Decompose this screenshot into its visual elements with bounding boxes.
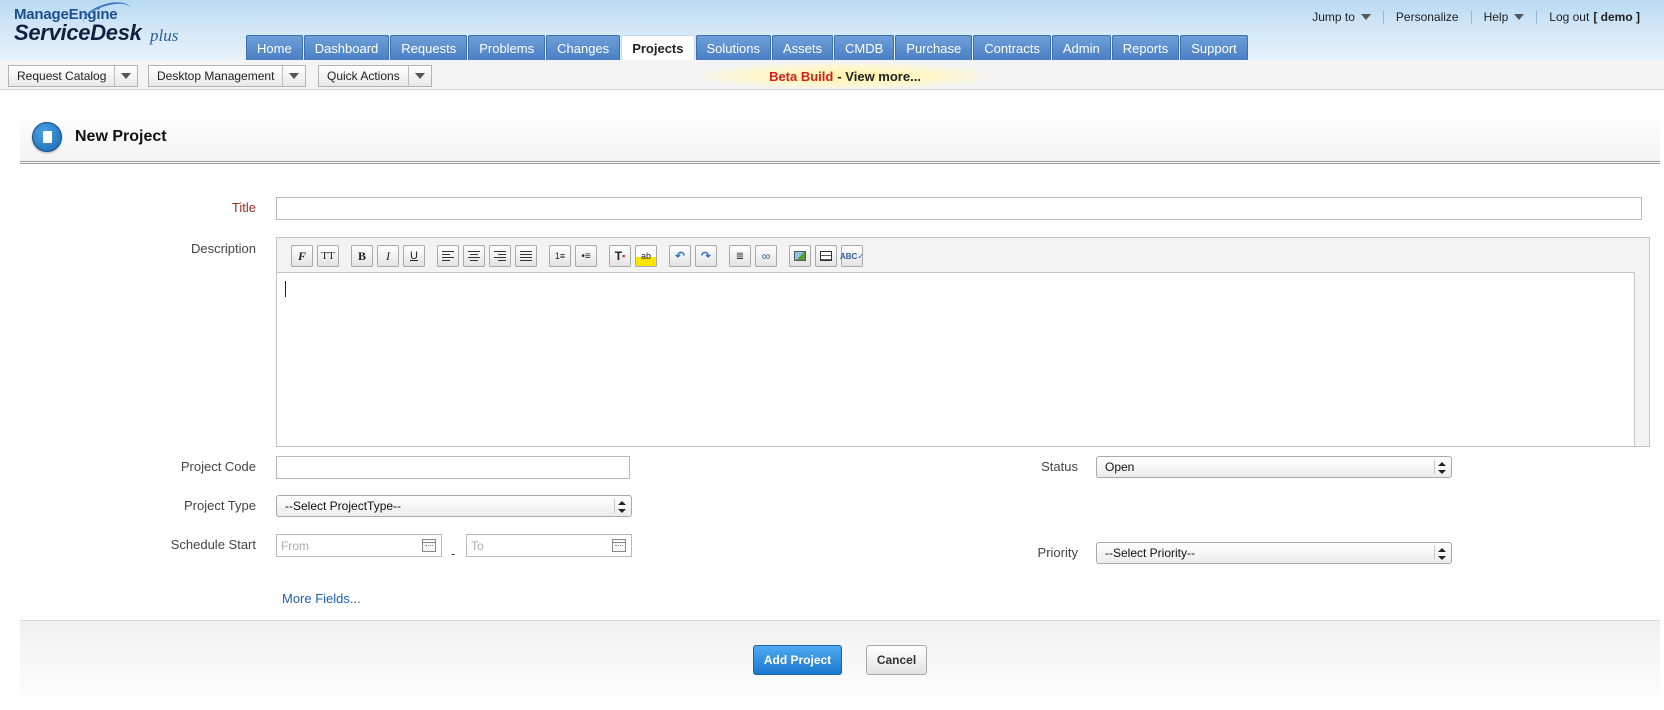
top-links: Jump to Personalize Help Log out [ demo …: [1300, 10, 1652, 24]
quick-actions-dropdown[interactable]: Quick Actions: [318, 65, 432, 87]
status-select[interactable]: Open: [1096, 456, 1452, 478]
tab-cmdb[interactable]: CMDB: [834, 35, 895, 60]
page-title-bar: New Project: [20, 112, 1660, 164]
request-catalog-label: Request Catalog: [9, 66, 116, 86]
page-title: New Project: [75, 128, 167, 145]
beta-build-banner[interactable]: Beta Build - View more...: [700, 63, 990, 89]
servicedesk-logo[interactable]: ManageEngine ServiceDesk plus: [14, 0, 178, 46]
beta-build-label: Beta Build: [769, 68, 834, 84]
priority-label: Priority: [1037, 545, 1078, 560]
project-type-select[interactable]: --Select ProjectType--: [276, 495, 632, 517]
ordered-list-icon[interactable]: 1≡: [549, 245, 571, 267]
chevron-down-icon: [1514, 14, 1525, 20]
align-justify-icon[interactable]: [515, 245, 537, 267]
priority-selected-value: --Select Priority--: [1105, 546, 1196, 560]
divider: [1434, 546, 1435, 560]
tab-home[interactable]: Home: [246, 35, 303, 60]
updown-arrows-icon: [618, 501, 626, 513]
undo-icon[interactable]: ↶: [669, 245, 691, 267]
bold-icon[interactable]: B: [351, 245, 373, 267]
help-menu[interactable]: Help: [1472, 10, 1537, 24]
project-type-selected-value: --Select ProjectType--: [285, 499, 402, 513]
project-type-label: Project Type: [183, 498, 256, 513]
main-nav-tabs: Home Dashboard Requests Problems Changes…: [246, 35, 1249, 60]
tab-admin[interactable]: Admin: [1051, 35, 1111, 60]
chevron-down-icon: [409, 73, 431, 79]
tab-support[interactable]: Support: [1180, 35, 1248, 60]
description-textarea[interactable]: [277, 272, 1635, 446]
jump-to-label: Jump to: [1312, 10, 1355, 24]
tab-reports[interactable]: Reports: [1111, 35, 1180, 60]
description-editor: F TT B I U 1≡ •≡ T ▪ ab ↶ ↷ ≣ ∞ ABC✓: [276, 237, 1650, 447]
tab-contracts[interactable]: Contracts: [973, 35, 1051, 60]
cancel-button[interactable]: Cancel: [866, 645, 927, 675]
add-project-button[interactable]: Add Project: [753, 645, 842, 675]
tab-solutions[interactable]: Solutions: [695, 35, 771, 60]
divider: [614, 499, 615, 513]
logout-link[interactable]: Log out [ demo ]: [1537, 10, 1652, 24]
redo-icon[interactable]: ↷: [695, 245, 717, 267]
status-selected-value: Open: [1105, 460, 1135, 474]
horizontal-rule-icon[interactable]: ≣: [729, 245, 751, 267]
quick-actions-label: Quick Actions: [319, 66, 409, 86]
project-code-input[interactable]: [276, 456, 630, 479]
help-label: Help: [1483, 10, 1509, 24]
calendar-icon[interactable]: [612, 539, 626, 552]
current-user: [ demo ]: [1593, 10, 1640, 24]
jump-to-menu[interactable]: Jump to: [1300, 10, 1383, 24]
italic-icon[interactable]: I: [377, 245, 399, 267]
chevron-down-icon: [283, 73, 305, 79]
project-document-icon: [32, 122, 62, 152]
underline-icon[interactable]: U: [403, 245, 425, 267]
spell-check-icon[interactable]: ABC✓: [840, 245, 864, 267]
text-color-icon[interactable]: T ▪: [609, 245, 631, 267]
beta-view-more-link[interactable]: - View more...: [837, 69, 921, 84]
chevron-down-icon: [115, 73, 137, 79]
tab-assets[interactable]: Assets: [771, 35, 833, 60]
tab-dashboard[interactable]: Dashboard: [303, 35, 390, 60]
personalize-link[interactable]: Personalize: [1384, 10, 1471, 24]
calendar-icon[interactable]: [422, 539, 436, 552]
updown-arrows-icon: [1438, 548, 1446, 560]
font-family-icon[interactable]: F: [291, 245, 313, 267]
description-label: Description: [190, 241, 256, 256]
schedule-start-label: Schedule Start: [170, 537, 256, 552]
updown-arrows-icon: [1438, 462, 1446, 474]
editor-toolbar: F TT B I U 1≡ •≡ T ▪ ab ↶ ↷ ≣ ∞ ABC✓: [291, 244, 867, 268]
font-size-icon[interactable]: TT: [317, 245, 339, 267]
tab-requests[interactable]: Requests: [390, 35, 468, 60]
schedule-to-input[interactable]: To: [466, 534, 632, 557]
insert-link-icon[interactable]: ∞: [755, 245, 777, 267]
desktop-management-dropdown[interactable]: Desktop Management: [148, 65, 307, 87]
align-left-icon[interactable]: [437, 245, 459, 267]
priority-select[interactable]: --Select Priority--: [1096, 542, 1452, 564]
align-right-icon[interactable]: [489, 245, 511, 267]
schedule-from-input[interactable]: From: [276, 534, 442, 557]
logo-brand-plus: plus: [150, 26, 179, 45]
title-label: Title: [231, 200, 256, 215]
logo-brand-main: ServiceDesk: [14, 20, 142, 45]
app-header: ManageEngine ServiceDesk plus Jump to Pe…: [0, 0, 1664, 60]
title-input[interactable]: [276, 197, 1642, 220]
chevron-down-icon: [1360, 14, 1371, 20]
date-range-separator: -: [451, 546, 456, 561]
desktop-management-label: Desktop Management: [149, 66, 284, 86]
insert-image-icon[interactable]: [789, 245, 811, 267]
align-center-icon[interactable]: [463, 245, 485, 267]
tab-changes[interactable]: Changes: [546, 35, 621, 60]
highlight-color-icon[interactable]: ab: [635, 245, 657, 267]
tab-purchase[interactable]: Purchase: [895, 35, 973, 60]
status-label: Status: [1041, 459, 1078, 474]
insert-table-icon[interactable]: [815, 245, 837, 267]
unordered-list-icon[interactable]: •≡: [575, 245, 597, 267]
more-fields-link[interactable]: More Fields...: [282, 591, 361, 606]
tab-problems[interactable]: Problems: [468, 35, 546, 60]
project-code-label: Project Code: [180, 459, 256, 474]
text-cursor: [285, 281, 286, 297]
divider: [1434, 460, 1435, 474]
logout-label: Log out: [1549, 10, 1590, 24]
request-catalog-dropdown[interactable]: Request Catalog: [8, 65, 139, 87]
tab-projects[interactable]: Projects: [621, 35, 695, 60]
